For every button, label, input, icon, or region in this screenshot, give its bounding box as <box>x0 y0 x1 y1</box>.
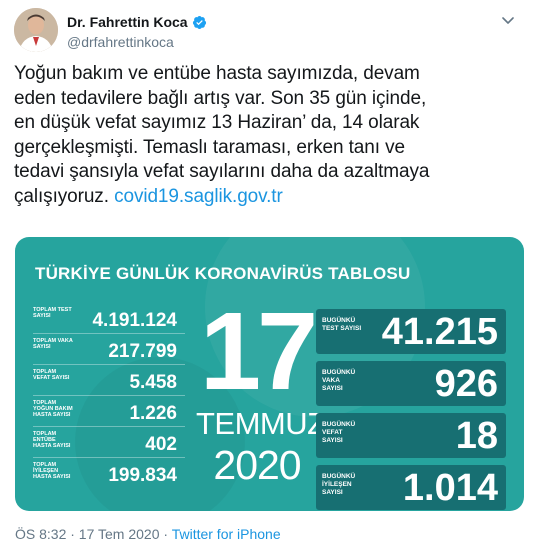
tweet-line: gerçekleşmişti. Temaslı taraması, erken … <box>14 136 405 158</box>
today-label: BUGÜNKÜ VAKA SAYISI <box>322 369 356 392</box>
author-handle[interactable]: @drfahrettinkoca <box>67 34 174 50</box>
avatar[interactable] <box>14 8 58 52</box>
card-title: TÜRKİYE GÜNLÜK KORONAVİRÜS TABLOSU <box>35 264 411 283</box>
today-row: BUGÜNKÜ VAKA SAYISI 926 <box>316 361 506 406</box>
total-row: TOPLAM TEST SAYISI 4.191.124 <box>33 303 185 334</box>
total-label: TOPLAM VAKA SAYISI <box>33 338 73 350</box>
tweet-source-link[interactable]: Twitter for iPhone <box>172 526 281 542</box>
today-value: 18 <box>455 415 498 457</box>
total-row: TOPLAM VAKA SAYISI 217.799 <box>33 334 185 365</box>
today-value: 1.014 <box>402 467 498 509</box>
today-value: 926 <box>434 363 498 405</box>
today-label: BUGÜNKÜ İYİLEŞEN SAYISI <box>322 473 356 496</box>
tweet-text: Yoğun bakım ve entübe hasta sayımızda, d… <box>14 62 524 209</box>
covid-table-image[interactable]: TÜRKİYE GÜNLÜK KORONAVİRÜS TABLOSU TOPLA… <box>15 237 524 511</box>
total-value: 217.799 <box>108 341 177 362</box>
total-row: TOPLAM İYİLEŞEN HASTA SAYISI 199.834 <box>33 458 185 489</box>
total-label: TOPLAM VEFAT SAYISI <box>33 369 70 381</box>
total-row: TOPLAM VEFAT SAYISI 5.458 <box>33 365 185 396</box>
date-day: 17 <box>199 290 318 413</box>
chevron-down-icon[interactable] <box>500 12 516 28</box>
tweet-header: Dr. Fahrettin Koca @drfahrettinkoca <box>14 8 520 52</box>
date-month: TEMMUZ <box>196 406 326 441</box>
totals-list: TOPLAM TEST SAYISI 4.191.124 TOPLAM VAKA… <box>33 303 185 489</box>
tweet-timestamp[interactable]: ÖS 8:32 · 17 Tem 2020 · <box>15 526 172 542</box>
total-value: 5.458 <box>129 372 177 393</box>
total-row: TOPLAM ENTÜBE HASTA SAYISI 402 <box>33 427 185 458</box>
total-value: 199.834 <box>108 465 177 486</box>
author-name[interactable]: Dr. Fahrettin Koca <box>67 14 188 30</box>
verified-badge-icon <box>192 15 206 29</box>
tweet-line: eden tedavilere bağlı artış var. Son 35 … <box>14 87 427 109</box>
author-name-row[interactable]: Dr. Fahrettin Koca <box>67 14 207 30</box>
tweet-link[interactable]: covid19.saglik.gov.tr <box>114 186 283 207</box>
today-value: 41.215 <box>381 311 498 353</box>
today-label: BUGÜNKÜ TEST SAYISI <box>322 317 362 332</box>
total-value: 402 <box>145 434 177 455</box>
tweet-line: Yoğun bakım ve entübe hasta sayımızda, d… <box>14 63 420 84</box>
total-label: TOPLAM YOĞUN BAKIM HASTA SAYISI <box>33 400 73 418</box>
tweet-footer: ÖS 8:32 · 17 Tem 2020 · Twitter for iPho… <box>15 526 281 542</box>
today-label: BUGÜNKÜ VEFAT SAYISI <box>322 421 356 444</box>
tweet-line: çalışıyoruz. <box>14 185 109 207</box>
avatar-image <box>14 8 58 52</box>
date-year: 2020 <box>213 442 301 488</box>
total-label: TOPLAM ENTÜBE HASTA SAYISI <box>33 431 71 449</box>
tweet-line: tedavi şansıyla vefat sayılarını daha da… <box>14 161 430 182</box>
today-list: BUGÜNKÜ TEST SAYISI 41.215 BUGÜNKÜ VAKA … <box>316 309 506 511</box>
total-value: 4.191.124 <box>92 310 177 331</box>
today-row: BUGÜNKÜ TEST SAYISI 41.215 <box>316 309 506 354</box>
tweet-line-last: çalışıyoruz. covid19.saglik.gov.tr <box>14 185 524 210</box>
total-label: TOPLAM İYİLEŞEN HASTA SAYISI <box>33 462 71 480</box>
total-value: 1.226 <box>129 403 177 424</box>
total-row: TOPLAM YOĞUN BAKIM HASTA SAYISI 1.226 <box>33 396 185 427</box>
today-row: BUGÜNKÜ İYİLEŞEN SAYISI 1.014 <box>316 465 506 510</box>
today-row: BUGÜNKÜ VEFAT SAYISI 18 <box>316 413 506 458</box>
total-label: TOPLAM TEST SAYISI <box>33 307 72 319</box>
tweet-line: en düşük vefat sayımız 13 Haziran’ da, 1… <box>14 112 420 133</box>
